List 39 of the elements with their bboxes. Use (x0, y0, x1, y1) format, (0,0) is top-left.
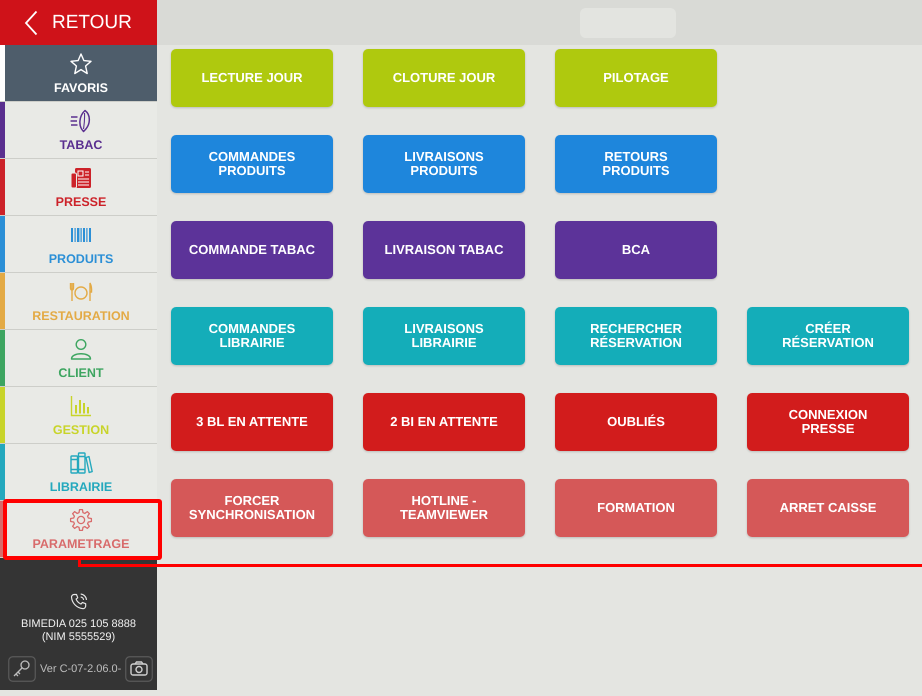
menu-button[interactable]: OUBLIÉS (555, 393, 717, 451)
books-icon (69, 450, 93, 474)
phone-icon (68, 592, 88, 612)
chevron-left-icon (24, 10, 38, 36)
menu-button[interactable]: LIVRAISONS LIBRAIRIE (363, 307, 525, 365)
menu-button[interactable]: FORMATION (555, 479, 717, 537)
sidebar-item[interactable]: LIBRAIRIE (0, 444, 157, 501)
key-icon[interactable] (8, 656, 36, 682)
menu-button[interactable]: 3 BL EN ATTENTE (171, 393, 333, 451)
sidebar-item[interactable]: TABAC (0, 102, 157, 159)
menu-button[interactable]: FORCER SYNCHRONISATION (171, 479, 333, 537)
menu-button[interactable]: LIVRAISONS PRODUITS (363, 135, 525, 193)
back-button[interactable]: RETOUR (0, 0, 157, 45)
leaf-icon (69, 108, 93, 132)
nim-number: (NIM 5555529) (42, 631, 116, 644)
menu-button[interactable]: RECHERCHER RÉSERVATION (555, 307, 717, 365)
newspaper-icon (69, 166, 93, 190)
settings-icon (69, 508, 93, 532)
menu-button[interactable]: COMMANDES LIBRAIRIE (171, 307, 333, 365)
menu-button[interactable]: RETOURS PRODUITS (555, 135, 717, 193)
menu-button[interactable]: COMMANDE TABAC (171, 221, 333, 279)
bar-chart-icon (69, 394, 93, 418)
version-text: Ver C-07-2.06.0- (40, 662, 122, 676)
sidebar-item[interactable]: FAVORIS (0, 45, 157, 102)
menu-button[interactable]: ARRET CAISSE (747, 479, 909, 537)
menu-button[interactable]: BCA (555, 221, 717, 279)
star-icon (69, 52, 93, 76)
sidebar-item[interactable]: PRESSE (0, 159, 157, 216)
sidebar-item[interactable]: CLIENT (0, 330, 157, 387)
menu-button[interactable]: 2 BI EN ATTENTE (363, 393, 525, 451)
menu-button[interactable]: HOTLINE - TEAMVIEWER (363, 479, 525, 537)
menu-button[interactable]: CRÉER RÉSERVATION (747, 307, 909, 365)
sidebar-item[interactable]: PRODUITS (0, 216, 157, 273)
camera-icon[interactable] (125, 656, 154, 682)
menu-button[interactable]: LIVRAISON TABAC (363, 221, 525, 279)
person-icon (69, 336, 93, 360)
menu-button[interactable]: CONNEXION PRESSE (747, 393, 909, 451)
menu-button[interactable]: COMMANDES PRODUITS (171, 135, 333, 193)
contact-phone: BIMEDIA 025 105 8888 (21, 618, 136, 631)
